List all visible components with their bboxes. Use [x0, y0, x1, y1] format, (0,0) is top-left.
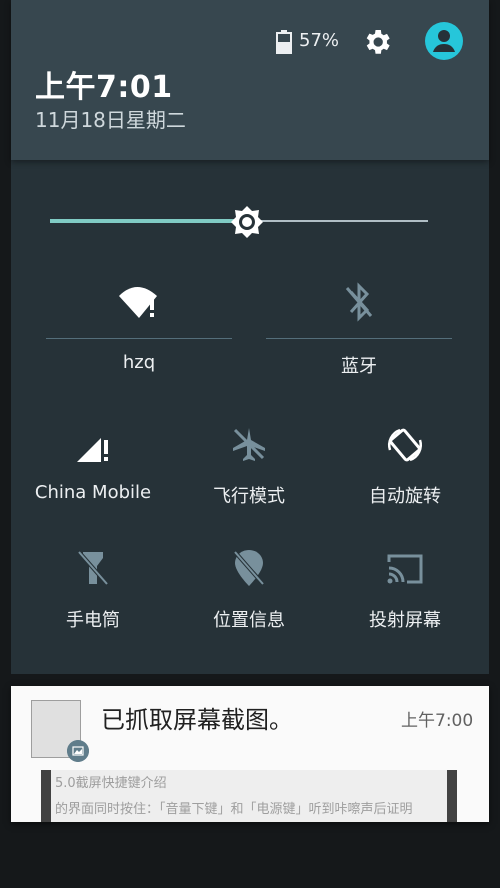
clock-date[interactable]: 11月18日星期二 — [35, 104, 186, 133]
tile-wifi[interactable] — [46, 282, 232, 322]
battery-percentage: 57% — [299, 30, 340, 51]
tile-cell-label: China Mobile — [34, 482, 152, 503]
cast-icon — [387, 554, 423, 584]
clock-time: 上午7:01 — [35, 70, 173, 105]
tile-bluetooth-label: 蓝牙 — [341, 356, 377, 377]
tile-cell[interactable]: China Mobile — [30, 424, 156, 503]
preview-line-2: 的界面同时按住：「音量下键」和「电源键」听到咔嚓声后证明 — [55, 802, 413, 817]
preview-left-edge — [41, 770, 51, 822]
rotate-icon — [388, 428, 422, 462]
tile-rotate[interactable]: 自动旋转 — [342, 424, 468, 508]
bluetooth-divider — [266, 338, 452, 339]
tile-cast-label: 投射屏幕 — [369, 610, 441, 631]
screenshot-preview: 5.0截屏快捷键介绍 的界面同时按住：「音量下键」和「电源键」听到咔嚓声后证明 — [41, 770, 457, 822]
notification-title: 已抓取屏幕截图。 — [101, 706, 293, 734]
tile-airplane-label: 飞行模式 — [213, 486, 285, 507]
wifi-alert-icon — [119, 287, 157, 318]
battery-icon — [276, 30, 292, 54]
brightness-slider-thumb[interactable] — [229, 204, 265, 240]
screenshot-notification[interactable]: 已抓取屏幕截图。 上午7:00 5.0截屏快捷键介绍 的界面同时按住：「音量下键… — [11, 686, 489, 822]
tile-bluetooth[interactable] — [266, 282, 452, 322]
tile-flashlight[interactable]: 手电筒 — [30, 548, 156, 632]
signal-alert-icon — [77, 438, 108, 462]
notification-time: 上午7:00 — [401, 711, 474, 731]
image-icon — [67, 740, 89, 762]
wifi-divider — [46, 338, 232, 339]
tile-cast[interactable]: 投射屏幕 — [342, 548, 468, 632]
bluetooth-off-icon — [345, 282, 373, 322]
preview-right-edge — [447, 770, 457, 822]
location-off-icon — [233, 550, 265, 586]
preview-line-1: 5.0截屏快捷键介绍 — [55, 776, 167, 791]
gear-icon[interactable] — [361, 26, 393, 58]
airplane-icon — [233, 428, 265, 461]
tile-airplane[interactable]: 飞行模式 — [186, 424, 312, 508]
tile-rotate-label: 自动旋转 — [369, 486, 441, 507]
tile-location-label: 位置信息 — [213, 610, 285, 631]
tile-location[interactable]: 位置信息 — [186, 548, 312, 632]
tile-wifi-label: hzq — [122, 352, 156, 373]
brightness-slider-fill — [50, 219, 247, 223]
tile-flashlight-label: 手电筒 — [66, 610, 120, 631]
user-avatar-icon[interactable] — [425, 22, 463, 60]
flashlight-off-icon — [77, 550, 109, 586]
panel-header: 上午7:01 11月18日星期二 57% — [11, 0, 489, 160]
